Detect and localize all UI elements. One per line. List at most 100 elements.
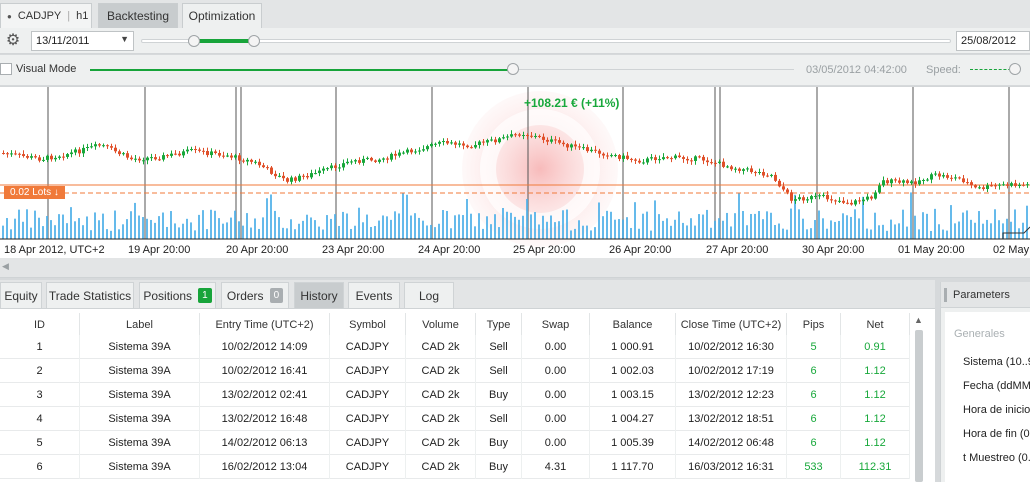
tab-history[interactable]: History	[294, 282, 344, 308]
tab-log[interactable]: Log	[404, 282, 454, 308]
column-header[interactable]: Symbol	[330, 313, 406, 337]
candle-body	[110, 146, 113, 148]
volume-bar	[382, 215, 384, 239]
table-row[interactable]: 2 Sistema 39A 10/02/2012 16:41 CADJPY CAD 2k…	[0, 359, 910, 383]
volume-bar	[846, 215, 848, 239]
candle-body	[306, 176, 309, 178]
table-row[interactable]: 3 Sistema 39A 13/02/2012 02:41 CADJPY CAD 2k…	[0, 383, 910, 407]
volume-bar	[842, 213, 844, 239]
candle-body	[818, 195, 821, 197]
volume-bar	[2, 225, 4, 239]
table-row[interactable]: 4 Sistema 39A 13/02/2012 16:48 CADJPY CAD 2k…	[0, 407, 910, 431]
candle-body	[854, 200, 857, 205]
table-cell: 13/02/2012 16:48	[200, 407, 330, 431]
parameter-item[interactable]: Fecha (ddMMy	[963, 380, 1030, 392]
candle-body	[654, 157, 657, 161]
volume-bar	[786, 229, 788, 239]
table-cell: 5	[787, 335, 841, 359]
volume-bar	[790, 208, 792, 239]
volume-bar	[86, 216, 88, 239]
candle-body	[418, 150, 421, 152]
volume-bar	[178, 227, 180, 239]
column-header[interactable]: Label	[80, 313, 200, 337]
volume-bar	[478, 213, 480, 239]
range-start-handle[interactable]	[188, 35, 200, 47]
visual-mode-checkbox[interactable]	[0, 63, 12, 75]
column-header[interactable]: Net	[841, 313, 910, 337]
speed-slider-handle[interactable]	[1009, 63, 1021, 75]
volume-bar	[758, 211, 760, 239]
range-end-handle[interactable]	[248, 35, 260, 47]
table-cell: 1 002.03	[590, 359, 676, 383]
tab-backtesting[interactable]: Backtesting	[98, 3, 178, 28]
candle-body	[978, 187, 981, 189]
chevron-left-icon[interactable]: ◀	[2, 261, 9, 272]
tab-trade-statistics[interactable]: Trade Statistics	[46, 282, 134, 308]
start-date-select[interactable]: 13/11/2011 ▼	[31, 31, 134, 51]
volume-bar	[106, 229, 108, 239]
candle-body	[1018, 184, 1021, 187]
progress-slider-track[interactable]	[90, 69, 514, 71]
table-row[interactable]: 6 Sistema 39A 16/02/2012 13:04 CADJPY CAD 2k…	[0, 455, 910, 479]
volume-bar	[830, 220, 832, 239]
table-row[interactable]: 5 Sistema 39A 14/02/2012 06:13 CADJPY CAD 2k…	[0, 431, 910, 455]
x-axis-label: 01 May 20:00	[898, 244, 965, 256]
tab-symbol[interactable]: ● CADJPY | h1	[0, 3, 92, 28]
volume-bar	[342, 211, 344, 239]
candle-body	[610, 155, 613, 157]
x-axis-label: 27 Apr 20:00	[706, 244, 769, 256]
volume-bar	[94, 212, 96, 239]
tab-equity[interactable]: Equity	[0, 282, 42, 308]
chevron-down-icon[interactable]: ▼	[120, 34, 129, 44]
volume-bar	[918, 229, 920, 239]
volume-bar	[706, 209, 708, 239]
candle-body	[250, 159, 253, 162]
candle-body	[670, 158, 673, 160]
column-header[interactable]: ID	[0, 313, 80, 337]
tab-positions[interactable]: Positions 1	[139, 282, 216, 308]
candle-body	[454, 142, 457, 145]
scroll-up-icon[interactable]: ▲	[914, 315, 923, 325]
candle-body	[206, 151, 209, 156]
volume-bar	[838, 220, 840, 239]
progress-slider-remaining[interactable]	[514, 69, 794, 70]
candle-body	[346, 161, 349, 164]
parameter-item[interactable]: Sistema (10..9	[963, 356, 1030, 368]
x-axis-label: 26 Apr 20:00	[609, 244, 672, 256]
parameter-item[interactable]: Hora de inicio	[963, 404, 1030, 416]
column-header[interactable]: Type	[476, 313, 522, 337]
tab-orders[interactable]: Orders 0	[221, 282, 289, 308]
parameters-header[interactable]: Parameters	[941, 282, 1030, 308]
column-header[interactable]: Swap	[522, 313, 590, 337]
volume-bar	[438, 223, 440, 239]
date-range-slider[interactable]	[141, 35, 951, 47]
volume-bar	[890, 219, 892, 239]
parameter-item[interactable]: Hora de fin (0	[963, 428, 1030, 440]
table-scrollbar[interactable]	[915, 330, 923, 482]
backtest-window: ● CADJPY | h1 Backtesting Optimization ⚙…	[0, 0, 1030, 482]
candlestick-chart[interactable]	[0, 87, 1030, 259]
tab-events[interactable]: Events	[348, 282, 400, 308]
gear-icon[interactable]: ⚙	[4, 32, 22, 50]
x-axis-label: 24 Apr 20:00	[418, 244, 481, 256]
end-date-field[interactable]: 25/08/2012	[956, 31, 1030, 51]
volume-bar	[566, 209, 568, 239]
volume-bar	[218, 218, 220, 239]
tab-optimization[interactable]: Optimization	[182, 3, 262, 28]
parameter-item[interactable]: t Muestreo (0.	[963, 452, 1030, 464]
column-header[interactable]: Pips	[787, 313, 841, 337]
volume-bar	[942, 229, 944, 239]
panel-splitter[interactable]: ◀	[0, 258, 1030, 278]
volume-bar	[930, 230, 932, 239]
volume-bar	[462, 215, 464, 239]
volume-bar	[70, 207, 72, 239]
table-cell: Sistema 39A	[80, 383, 200, 407]
column-header[interactable]: Entry Time (UTC+2)	[200, 313, 330, 337]
price-chart[interactable]: +108.21 € (+11%) 0.02 Lots ↓ 18 Apr 2012…	[0, 86, 1030, 258]
progress-slider-handle[interactable]	[507, 63, 519, 75]
column-header[interactable]: Balance	[590, 313, 676, 337]
table-row[interactable]: 1 Sistema 39A 10/02/2012 14:09 CADJPY CAD 2k…	[0, 335, 910, 359]
lots-badge[interactable]: 0.02 Lots ↓	[4, 186, 65, 199]
column-header[interactable]: Close Time (UTC+2)	[676, 313, 787, 337]
column-header[interactable]: Volume	[406, 313, 476, 337]
